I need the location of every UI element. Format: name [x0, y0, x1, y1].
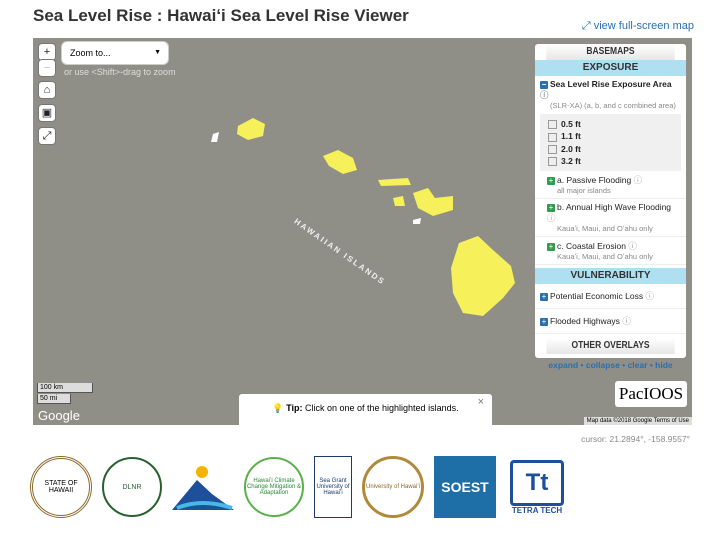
- clear-link[interactable]: clear: [628, 360, 648, 370]
- island-kahoolawe: [413, 218, 421, 224]
- basemaps-header[interactable]: BASEMAPS: [546, 44, 675, 60]
- plus-icon: +: [540, 291, 548, 301]
- island-lanai[interactable]: [393, 196, 405, 206]
- logo-climate-commission[interactable]: Hawaiʻi Climate Change Mitigation & Adap…: [244, 457, 304, 517]
- map-attribution[interactable]: Map data ©2018 Google Terms of Use: [583, 417, 692, 425]
- other-overlays-header[interactable]: OTHER OVERLAYS: [546, 338, 675, 354]
- info-icon[interactable]: ⓘ: [628, 241, 637, 251]
- scale-mi: 50 mi: [37, 394, 71, 404]
- logo-soest[interactable]: SOEST: [434, 456, 496, 518]
- layers-panel: BASEMAPS EXPOSURE − Sea Level Rise Exposu…: [535, 44, 686, 370]
- zoom-hint: or use <Shift>-drag to zoom: [64, 67, 176, 77]
- slr-option[interactable]: 0.5 ft: [548, 119, 673, 130]
- close-icon[interactable]: ×: [478, 388, 484, 416]
- island-maui[interactable]: [413, 188, 453, 216]
- lightbulb-icon: 💡: [272, 403, 284, 413]
- logo-tetra-tech[interactable]: Tt TETRA TECH: [506, 456, 568, 518]
- island-hawaii[interactable]: [451, 236, 515, 316]
- chevron-down-icon: ▼: [154, 49, 161, 56]
- island-molokai[interactable]: [378, 178, 411, 186]
- save-icon[interactable]: ▣: [39, 105, 55, 121]
- zoom-out-button[interactable]: −: [39, 60, 55, 76]
- exposure-header: EXPOSURE: [535, 60, 686, 76]
- island-oahu[interactable]: [323, 150, 357, 174]
- fullscreen-link[interactable]: ⤢ view full-screen map: [582, 20, 694, 33]
- layer-high-wave-flooding[interactable]: + b. Annual High Wave Flooding ⓘ Kauaʻi, M…: [535, 199, 686, 237]
- checkbox[interactable]: [548, 132, 557, 142]
- layer-coastal-erosion[interactable]: + c. Coastal Erosion ⓘ Kauaʻi, Maui, and O…: [535, 237, 686, 265]
- partner-logos: STATE OF HAWAII DLNR Hawaiʻi Climate Cha…: [30, 456, 568, 518]
- slrxa-toggle[interactable]: − Sea Level Rise Exposure Area ⓘ: [540, 79, 681, 101]
- hide-link[interactable]: hide: [655, 360, 672, 370]
- layer-passive-flooding[interactable]: + a. Passive Flooding ⓘ all major islands: [535, 171, 686, 199]
- layer-economic-loss[interactable]: + Potential Economic Loss ⓘ: [535, 284, 686, 309]
- island-kauai[interactable]: [237, 118, 265, 140]
- minus-icon: −: [540, 79, 548, 89]
- info-icon[interactable]: ⓘ: [634, 175, 643, 185]
- checkbox[interactable]: [548, 157, 557, 166]
- page-title: Sea Level Rise : Hawaiʻi Sea Level Rise …: [33, 6, 409, 25]
- logo-mountain[interactable]: [172, 456, 234, 518]
- cursor-readout: cursor: 21.2894°, -158.9557°: [581, 434, 690, 444]
- island-niihau: [211, 132, 219, 142]
- checkbox[interactable]: [548, 120, 557, 130]
- vulnerability-header: VULNERABILITY: [535, 268, 686, 284]
- collapse-link[interactable]: collapse: [586, 360, 620, 370]
- slr-option[interactable]: 3.2 ft: [548, 156, 673, 166]
- expand-icon[interactable]: ⤢: [39, 128, 55, 144]
- google-logo: Google: [38, 408, 80, 423]
- logo-dlnr[interactable]: DLNR: [102, 457, 162, 517]
- info-icon[interactable]: ⓘ: [540, 90, 549, 100]
- logo-university-of-hawaii[interactable]: University of Hawaiʻi: [362, 456, 424, 518]
- tip-box: 💡 Tip: Click on one of the highlighted i…: [239, 394, 492, 425]
- zoom-in-button[interactable]: +: [39, 44, 55, 60]
- zoom-to-select[interactable]: Zoom to... ▼: [64, 44, 166, 62]
- info-icon[interactable]: ⓘ: [645, 291, 654, 301]
- slr-option[interactable]: 1.1 ft: [548, 131, 673, 142]
- plus-icon: +: [540, 316, 548, 326]
- checkbox[interactable]: [548, 144, 557, 154]
- logo-sea-grant[interactable]: Sea Grant University of Hawaiʻi: [314, 456, 352, 518]
- map[interactable]: HAWAIIAN ISLANDS + − ⌂ ▣ ⤢ Zoom to... ▼ o…: [33, 38, 692, 425]
- scale-km: 100 km: [37, 383, 93, 393]
- pacioos-logo[interactable]: PacIOOS: [615, 381, 687, 407]
- expand-icon: ⤢: [581, 20, 594, 32]
- tt-mark: Tt: [510, 459, 564, 506]
- plus-icon: +: [547, 175, 555, 185]
- slr-option[interactable]: 2.0 ft: [548, 144, 673, 154]
- home-icon[interactable]: ⌂: [39, 82, 55, 98]
- logo-state-of-hawaii[interactable]: STATE OF HAWAII: [30, 456, 92, 518]
- expand-link[interactable]: expand: [548, 360, 578, 370]
- plus-icon: +: [547, 241, 555, 251]
- layer-flooded-highways[interactable]: + Flooded Highways ⓘ: [535, 309, 686, 334]
- info-icon[interactable]: ⓘ: [547, 213, 556, 223]
- info-icon[interactable]: ⓘ: [622, 316, 631, 326]
- plus-icon: +: [547, 202, 555, 212]
